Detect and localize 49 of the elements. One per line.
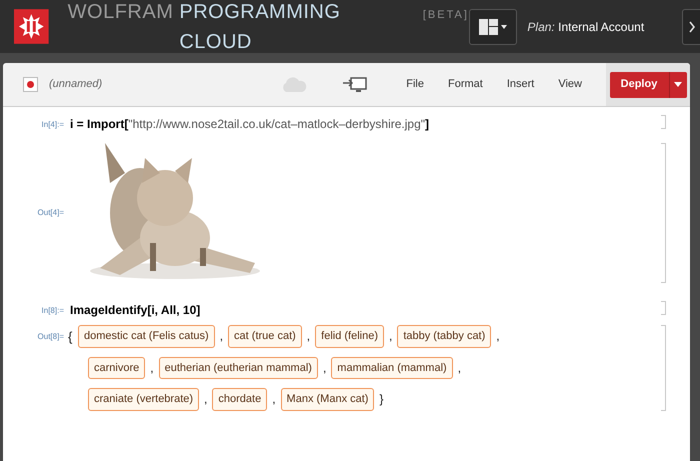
input-label: In[4]:= xyxy=(40,119,64,131)
menu-item[interactable]: View xyxy=(547,76,593,93)
entity-tag[interactable]: mammalian (mammal) xyxy=(331,356,453,379)
separator: , xyxy=(204,391,208,408)
logo-icon[interactable] xyxy=(14,9,49,44)
menu-item[interactable]: Insert xyxy=(496,76,546,93)
input-code[interactable]: ImageIdentify[i, All, 10] xyxy=(70,301,661,319)
entity-tag[interactable]: tabby (tabby cat) xyxy=(397,325,492,348)
entity-tag[interactable]: domestic cat (Felis catus) xyxy=(78,325,215,348)
cell-bracket[interactable] xyxy=(661,115,666,129)
separator: , xyxy=(496,328,500,346)
plan-text: Plan: Internal Account xyxy=(527,18,644,36)
notebook-icon[interactable] xyxy=(23,77,38,92)
menu-item[interactable]: File xyxy=(395,76,435,93)
separator: , xyxy=(272,391,276,408)
separator: , xyxy=(322,360,326,377)
input-code[interactable]: i = Import["http://www.nose2tail.co.uk/cat–matlock–derbyshire.jpg"] xyxy=(70,115,661,133)
separator: , xyxy=(389,328,392,346)
input-label: In[8]:= xyxy=(40,305,64,317)
output-label: Out[4]= xyxy=(36,207,64,219)
separator: , xyxy=(220,328,224,346)
deploy-button[interactable]: Deploy xyxy=(610,72,686,98)
entity-tag[interactable]: eutherian (eutherian mammal) xyxy=(158,356,318,379)
cell-bracket[interactable] xyxy=(661,325,666,410)
menu-item[interactable]: Format xyxy=(436,76,494,93)
layout-button[interactable] xyxy=(468,8,518,44)
entity-tag[interactable]: craniate (vertebrate) xyxy=(88,388,200,410)
caret-icon xyxy=(674,82,682,87)
sidebar-toggle-button[interactable] xyxy=(682,8,700,44)
notebook-name: (unnamed) xyxy=(49,77,102,92)
entity-tag[interactable]: Manx (Manx cat) xyxy=(280,388,374,410)
separator: , xyxy=(458,360,462,377)
output-label: Out[8]= xyxy=(36,331,64,343)
entity-tag[interactable]: carnivore xyxy=(88,356,146,379)
entity-tag[interactable]: felid (feline) xyxy=(315,325,384,348)
brand-name: WOLFRAM xyxy=(68,0,174,24)
cell-bracket[interactable] xyxy=(661,301,666,315)
separator: , xyxy=(150,360,154,377)
cell-bracket[interactable] xyxy=(661,143,666,283)
entity-tag[interactable]: chordate xyxy=(212,388,268,410)
open-brace: { xyxy=(68,328,74,346)
layout-icon xyxy=(479,18,508,34)
present-icon[interactable] xyxy=(343,76,368,92)
product-name: PROGRAMMING CLOUD xyxy=(179,0,342,54)
separator: } xyxy=(379,391,384,408)
separator: , xyxy=(306,328,310,346)
chevron-icon xyxy=(688,20,696,32)
beta-tag: [BETA] xyxy=(422,6,469,23)
entity-tag[interactable]: cat (true cat) xyxy=(228,325,302,348)
